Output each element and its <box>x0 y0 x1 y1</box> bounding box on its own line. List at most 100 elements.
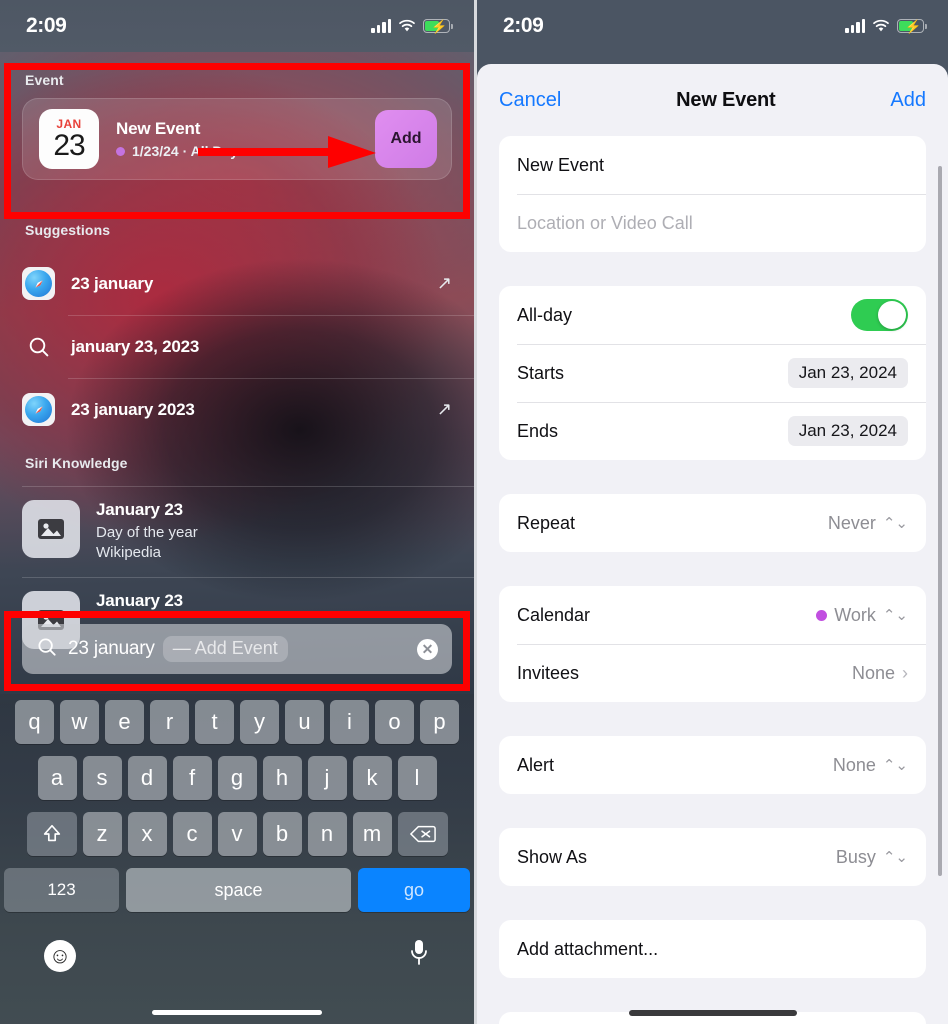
all-day-row[interactable]: All-day <box>499 286 926 344</box>
ends-row[interactable]: Ends Jan 23, 2024 <box>499 402 926 460</box>
list-item-label: 23 january <box>71 273 154 293</box>
key-j[interactable]: j <box>307 756 347 800</box>
key-g[interactable]: g <box>217 756 257 800</box>
new-event-sheet: Cancel New Event Add New Event Location … <box>477 64 948 1024</box>
add-attachment-row[interactable]: Add attachment... <box>499 920 926 978</box>
key-i[interactable]: i <box>330 700 369 744</box>
starts-row[interactable]: Starts Jan 23, 2024 <box>499 344 926 402</box>
event-location-field[interactable]: Location or Video Call <box>499 194 926 252</box>
keyboard-row-4: 123 space go <box>0 868 474 912</box>
arrow-up-right-icon[interactable]: ↗ <box>437 399 452 420</box>
key-n[interactable]: n <box>307 812 347 856</box>
shift-icon[interactable] <box>26 812 77 856</box>
key-k[interactable]: k <box>352 756 392 800</box>
list-item[interactable]: January 23 Day of the year Wikipedia <box>0 486 474 577</box>
microphone-icon[interactable] <box>408 938 430 973</box>
key-y[interactable]: y <box>240 700 279 744</box>
starts-date-chip[interactable]: Jan 23, 2024 <box>787 358 908 388</box>
wifi-icon <box>398 19 416 33</box>
key-go[interactable]: go <box>358 868 470 912</box>
key-p[interactable]: p <box>420 700 459 744</box>
key-z[interactable]: z <box>82 812 122 856</box>
vertical-scrollbar[interactable] <box>938 166 942 876</box>
status-bar-time: 2:09 <box>26 14 67 37</box>
chevron-updown-icon[interactable]: ⌃⌄ <box>883 608 908 623</box>
emoji-smiley-icon[interactable]: ☺ <box>44 939 76 972</box>
home-indicator-left <box>152 1010 322 1015</box>
event-card-add-button[interactable]: Add <box>375 110 437 168</box>
key-b[interactable]: b <box>262 812 302 856</box>
suggestions-section-label: Suggestions <box>25 222 111 238</box>
keyboard-row-3: z x c v b n m <box>0 812 474 856</box>
key-t[interactable]: t <box>195 700 234 744</box>
event-title-value: New Event <box>517 154 605 175</box>
key-x[interactable]: x <box>127 812 167 856</box>
chevron-right-icon[interactable]: › <box>902 664 908 682</box>
repeat-row[interactable]: Repeat Never ⌃⌄ <box>499 494 926 552</box>
cancel-button[interactable]: Cancel <box>499 89 561 112</box>
siri-knowledge-section-label: Siri Knowledge <box>25 455 128 471</box>
key-d[interactable]: d <box>127 756 167 800</box>
datetime-group: All-day Starts Jan 23, 2024 Ends Jan 23,… <box>499 286 926 460</box>
show-as-row[interactable]: Show As Busy ⌃⌄ <box>499 828 926 886</box>
key-o[interactable]: o <box>375 700 414 744</box>
key-numbers[interactable]: 123 <box>4 868 119 912</box>
cellular-bars-icon <box>845 19 865 33</box>
search-input[interactable]: 23 january — Add Event ✕ <box>22 624 452 674</box>
show-as-group: Show As Busy ⌃⌄ <box>499 828 926 886</box>
invitees-row[interactable]: Invitees None › <box>499 644 926 702</box>
search-action-token: — Add Event <box>162 636 288 662</box>
key-r[interactable]: r <box>150 700 189 744</box>
chevron-updown-icon[interactable]: ⌃⌄ <box>883 850 908 865</box>
key-s[interactable]: s <box>82 756 122 800</box>
chevron-updown-icon[interactable]: ⌃⌄ <box>883 758 908 773</box>
invitees-value-wrap: None › <box>852 663 908 684</box>
attachment-group: Add attachment... <box>499 920 926 978</box>
key-q[interactable]: q <box>15 700 54 744</box>
battery-charging-icon: ⚡ <box>423 19 453 34</box>
search-token-label: Add Event <box>194 638 278 658</box>
clear-circle-icon[interactable]: ✕ <box>417 638 438 660</box>
key-space[interactable]: space <box>126 868 351 912</box>
key-a[interactable]: a <box>37 756 77 800</box>
ends-value-wrap: Jan 23, 2024 <box>787 416 908 446</box>
key-v[interactable]: v <box>217 812 257 856</box>
add-button[interactable]: Add <box>890 89 926 112</box>
search-icon <box>36 636 58 663</box>
key-l[interactable]: l <box>397 756 437 800</box>
show-as-value-wrap: Busy ⌃⌄ <box>836 847 908 868</box>
list-item[interactable]: january 23, 2023 <box>0 315 474 378</box>
siri-item-text: January 23 Day of the year Wikipedia <box>96 500 198 561</box>
list-item[interactable]: 23 january ↗ <box>0 252 474 315</box>
arrow-up-right-icon[interactable]: ↗ <box>437 273 452 294</box>
calendar-row[interactable]: Calendar Work ⌃⌄ <box>499 586 926 644</box>
safari-icon <box>22 267 55 300</box>
spotlight-search-panel: 2:09 ⚡ Event JAN 23 New Event 1/23/24 · … <box>0 0 474 1024</box>
search-input-value: 23 january <box>68 638 155 659</box>
status-bar-right: 2:09 ⚡ <box>477 0 948 52</box>
key-u[interactable]: u <box>285 700 324 744</box>
keyboard-row-1: q w e r t y u i o p <box>0 700 474 744</box>
key-m[interactable]: m <box>352 812 392 856</box>
key-f[interactable]: f <box>172 756 212 800</box>
key-h[interactable]: h <box>262 756 302 800</box>
siri-item-source: Wikipedia <box>96 544 162 561</box>
event-title-field[interactable]: New Event <box>499 136 926 194</box>
alert-group: Alert None ⌃⌄ <box>499 736 926 794</box>
list-item[interactable]: 23 january 2023 ↗ <box>0 378 474 441</box>
key-w[interactable]: w <box>60 700 99 744</box>
alert-row[interactable]: Alert None ⌃⌄ <box>499 736 926 794</box>
home-indicator-right <box>628 1010 797 1016</box>
spotlight-search-bar-wrap: 23 january — Add Event ✕ <box>0 624 474 674</box>
on-screen-keyboard: q w e r t y u i o p a s d f g h j k l z … <box>0 694 474 1024</box>
ends-date-chip[interactable]: Jan 23, 2024 <box>787 416 908 446</box>
wifi-icon <box>872 19 890 33</box>
chevron-updown-icon[interactable]: ⌃⌄ <box>883 516 908 531</box>
ends-label: Ends <box>517 420 559 441</box>
add-attachment-label: Add attachment... <box>517 938 659 959</box>
key-c[interactable]: c <box>172 812 212 856</box>
status-bar-left: 2:09 ⚡ <box>0 0 474 52</box>
delete-backward-icon[interactable] <box>397 812 448 856</box>
all-day-toggle[interactable] <box>851 299 908 331</box>
key-e[interactable]: e <box>105 700 144 744</box>
